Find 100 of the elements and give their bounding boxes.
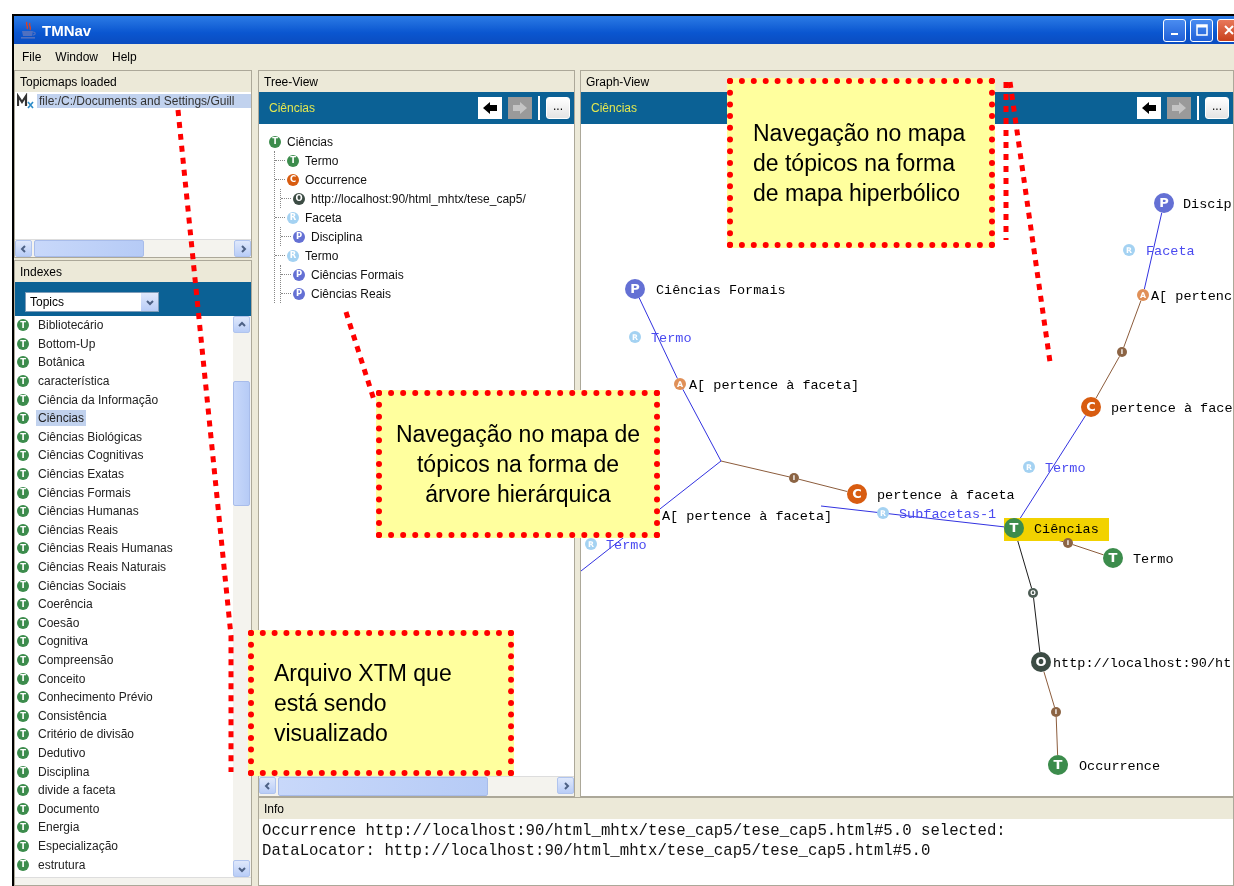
topic-list-item[interactable]: Ciências Humanas	[36, 503, 141, 520]
topic-list-item[interactable]: característica	[36, 373, 112, 390]
dropdown-caret-icon	[144, 297, 155, 307]
type-icon: P	[293, 287, 305, 300]
horizontal-scrollbar[interactable]	[259, 776, 574, 796]
topic-list-item[interactable]: Coerência	[36, 596, 95, 613]
type-icon: T	[17, 858, 29, 871]
tree-item[interactable]: Termo	[305, 248, 339, 263]
graph-node[interactable]: P	[625, 279, 645, 299]
type-icon: T	[269, 135, 281, 148]
graph-node[interactable]: O	[1031, 652, 1051, 672]
node-label: Subfacetas-1	[899, 507, 997, 522]
topic-list-item[interactable]: Ciências Cognitivas	[36, 447, 146, 464]
type-icon: T	[17, 765, 29, 778]
topic-list-item[interactable]: Ciências	[36, 410, 87, 427]
node-label: http://localhost:90/ht	[1053, 656, 1232, 671]
topic-list-item[interactable]: Ciência da Informação	[36, 391, 161, 408]
type-icon: T	[17, 542, 29, 555]
topic-list-item[interactable]: Cognitiva	[36, 633, 91, 650]
horizontal-scrollbar[interactable]	[15, 239, 251, 257]
type-icon: T	[17, 523, 29, 536]
graph-node[interactable]: P	[1154, 193, 1174, 213]
topic-list-item[interactable]: Botânica	[36, 354, 87, 371]
type-icon: T	[17, 337, 29, 350]
topic-list-item[interactable]: Dedutivo	[36, 744, 88, 761]
panel-title: Tree-View	[263, 73, 320, 91]
type-icon: R	[287, 211, 299, 224]
tree-item[interactable]: Ciências	[287, 134, 334, 149]
graph-node[interactable]: C	[1081, 397, 1101, 417]
graph-node[interactable]: T	[1004, 518, 1024, 538]
more-button[interactable]: ...	[1205, 97, 1229, 119]
minimize-icon	[1171, 33, 1178, 35]
panel-title: Graph-View	[585, 73, 651, 91]
type-icon: T	[17, 746, 29, 759]
minimize-button[interactable]	[1163, 18, 1186, 42]
topic-list-item[interactable]: Conceito	[36, 670, 88, 687]
callout-text: Navegação no mapa de tópicos na forma de mapa hiperbólico	[753, 119, 967, 208]
index-type-select[interactable]: Topics	[25, 292, 159, 312]
graph-node[interactable]: C	[847, 484, 867, 504]
type-icon: P	[293, 268, 305, 281]
topic-list-item[interactable]: Ciências Exatas	[36, 466, 127, 483]
tree-item[interactable]: Ciências Reais	[311, 286, 392, 301]
node-label: Discip	[1183, 197, 1232, 212]
close-button[interactable]	[1217, 18, 1234, 42]
panel-title: Indexes	[19, 263, 64, 281]
type-icon: T	[17, 784, 29, 797]
callout-text: Arquivo XTM que está sendo visualizado	[274, 659, 453, 748]
scrollbar-thumb[interactable]	[278, 777, 488, 796]
more-button[interactable]: ...	[546, 97, 570, 119]
maximize-button[interactable]	[1190, 18, 1213, 42]
tree-item[interactable]: Faceta	[305, 210, 342, 225]
current-topic: Ciências	[591, 101, 638, 115]
edge-line	[1123, 300, 1142, 348]
scrollbar-thumb[interactable]	[34, 240, 144, 257]
topic-list-item[interactable]: Documento	[36, 800, 102, 817]
topic-list-item[interactable]: Energia	[36, 819, 82, 836]
topic-list-item[interactable]: Ciências Reais	[36, 521, 121, 538]
topic-list-item[interactable]: Ciências Reais Humanas	[36, 540, 175, 557]
type-icon: P	[293, 230, 305, 243]
menu-item[interactable]: File	[16, 50, 48, 64]
type-icon: T	[17, 449, 29, 462]
topic-list-item[interactable]: Coesão	[36, 614, 82, 631]
edge-line	[798, 478, 848, 493]
scrollbar-thumb[interactable]	[233, 381, 250, 506]
type-icon: T	[17, 709, 29, 722]
tree-item[interactable]: Ciências Formais	[311, 267, 404, 282]
graph-node[interactable]: T	[1048, 755, 1068, 775]
info-line: Occurrence http://localhost:90/html_mhtx/tese_cap5/tese_cap5.html#5.0 selected:	[262, 821, 1007, 841]
edge-line	[1043, 671, 1056, 708]
topic-list-item[interactable]: Ciências Sociais	[36, 577, 129, 594]
topic-list-item[interactable]: divide a faceta	[36, 782, 118, 799]
file-list-item[interactable]: file:/C:/Documents and Settings/Guill	[37, 94, 251, 108]
tree-item[interactable]: Occurrence	[305, 172, 368, 187]
topic-list-item[interactable]: Compreensão	[36, 652, 116, 668]
topic-list-item[interactable]: Especialização	[36, 837, 121, 854]
tree-item[interactable]: Termo	[305, 153, 339, 168]
horizontal-scrollbar[interactable]	[15, 877, 251, 885]
vertical-scrollbar[interactable]	[233, 316, 251, 877]
topic-list-item[interactable]: Bibliotecário	[36, 317, 106, 334]
back-button[interactable]	[1137, 97, 1161, 119]
type-icon: T	[17, 505, 29, 518]
topic-list-item[interactable]: Ciências Formais	[36, 484, 133, 501]
topic-list-item[interactable]: Disciplina	[36, 763, 92, 780]
topic-list-item[interactable]: Consistência	[36, 707, 109, 724]
menu-item[interactable]: Window	[49, 50, 105, 64]
topic-list-item[interactable]: estrutura	[36, 856, 88, 873]
graph-node[interactable]: T	[1103, 548, 1123, 568]
type-icon: C	[287, 173, 299, 186]
topic-list-item[interactable]: Bottom-Up	[36, 335, 98, 352]
topic-list-item[interactable]: Ciências Biológicas	[36, 428, 145, 445]
tree-item[interactable]: Disciplina	[311, 229, 363, 244]
edge-line	[1072, 544, 1104, 556]
topic-list-item[interactable]: Conhecimento Prévio	[36, 689, 155, 706]
type-icon: T	[17, 486, 29, 499]
topic-list-item[interactable]: Critério de divisão	[36, 726, 137, 743]
forward-arrow-icon	[513, 102, 527, 114]
back-button[interactable]	[478, 97, 502, 119]
topic-list-item[interactable]: Ciências Reais Naturais	[36, 559, 169, 575]
menu-item[interactable]: Help	[106, 50, 143, 64]
tree-item[interactable]: http://localhost:90/html_mhtx/tese_cap5/	[311, 191, 526, 206]
